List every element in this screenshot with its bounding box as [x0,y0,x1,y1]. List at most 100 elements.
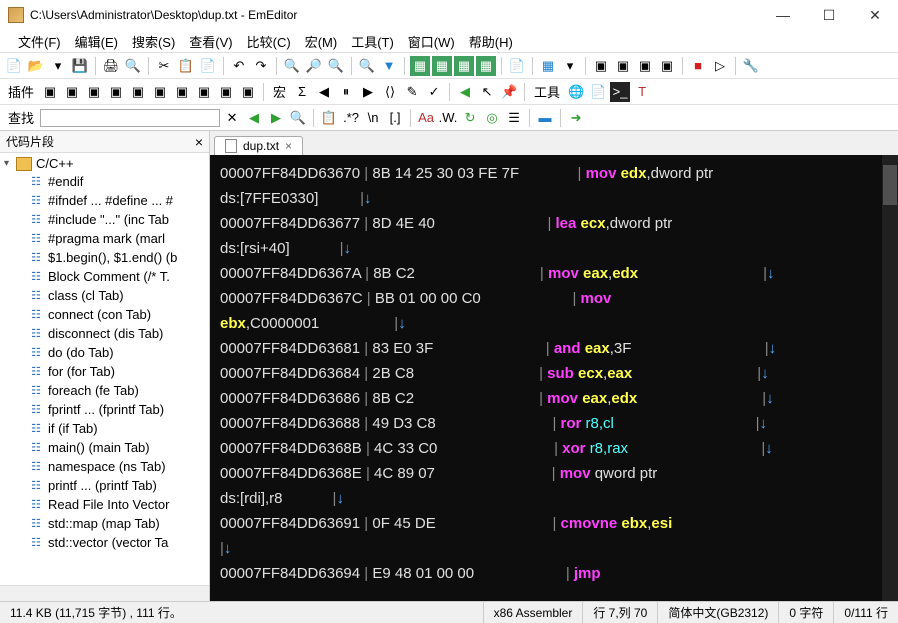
menu-help[interactable]: 帮助(H) [463,30,519,53]
find-x-icon[interactable]: ✕ [222,108,242,128]
window-icon-1[interactable]: ▣ [591,56,611,76]
dropdown-2-icon[interactable]: ▾ [560,56,580,76]
plugin-icon-4[interactable]: ▣ [106,82,126,102]
redo-icon[interactable]: ↷ [251,56,271,76]
menu-compare[interactable]: 比较(C) [241,30,297,53]
macro-edit-icon[interactable]: ✎ [402,82,422,102]
wrench-icon[interactable]: 🔧 [741,56,761,76]
panel-icon-3[interactable]: ▦ [454,56,474,76]
plugin-icon-1[interactable]: ▣ [40,82,60,102]
terminal-icon[interactable]: >_ [610,82,630,102]
snippet-item[interactable]: ☷$1.begin(), $1.end() (b [0,248,209,267]
preview-icon[interactable]: 🔍 [123,56,143,76]
tab-close-icon[interactable]: × [285,139,292,153]
macro-back-icon[interactable]: ◀ [314,82,334,102]
text-tool-icon[interactable]: T [632,82,652,102]
regex-icon[interactable]: .*? [341,108,361,128]
snippet-item[interactable]: ☷Read File Into Vector [0,495,209,514]
word-icon[interactable]: .W. [438,108,458,128]
paste-icon[interactable]: 📄 [198,56,218,76]
snippet-item[interactable]: ☷class (cl Tab) [0,286,209,305]
snippet-item[interactable]: ☷printf ... (printf Tab) [0,476,209,495]
nav-back-icon[interactable]: ◀ [455,82,475,102]
find-next-icon[interactable]: ▶ [266,108,286,128]
snippet-item[interactable]: ☷disconnect (dis Tab) [0,324,209,343]
snippet-item[interactable]: ☷fprintf ... (fprintf Tab) [0,400,209,419]
snippet-item[interactable]: ☷for (for Tab) [0,362,209,381]
maximize-button[interactable]: ☐ [806,0,852,30]
snippet-item[interactable]: ☷#endif [0,172,209,191]
plugin-icon-3[interactable]: ▣ [84,82,104,102]
plugin-icon-6[interactable]: ▣ [150,82,170,102]
zoom-in-icon[interactable]: 🔍 [282,56,302,76]
window-icon-3[interactable]: ▣ [635,56,655,76]
plugin-icon-5[interactable]: ▣ [128,82,148,102]
close-button[interactable]: ✕ [852,0,898,30]
zoom-out-icon[interactable]: 🔎 [304,56,324,76]
play-icon[interactable]: ▷ [710,56,730,76]
snippet-item[interactable]: ☷#include "..." (inc Tab [0,210,209,229]
snippet-item[interactable]: ☷do (do Tab) [0,343,209,362]
pin-icon[interactable]: 📌 [499,82,519,102]
code-editor[interactable]: 00007FF84DD63670 | 8B 14 25 30 03 FE 7F … [210,155,898,601]
dropdown-icon[interactable]: ▾ [48,56,68,76]
copy-icon[interactable]: 📋 [176,56,196,76]
menu-view[interactable]: 查看(V) [183,30,238,53]
target-icon[interactable]: ◎ [482,108,502,128]
menu-search[interactable]: 搜索(S) [126,30,181,53]
list-icon[interactable]: ☰ [504,108,524,128]
menu-tools[interactable]: 工具(T) [345,30,400,53]
macro-check-icon[interactable]: ✓ [424,82,444,102]
find-highlight-icon[interactable]: 🔍 [288,108,308,128]
sigma-icon[interactable]: Σ [292,82,312,102]
snippet-item[interactable]: ☷std::vector (vector Ta [0,533,209,552]
vertical-scrollbar[interactable] [882,155,898,601]
snippet-item[interactable]: ☷Block Comment (/* T. [0,267,209,286]
save-icon[interactable]: 💾 [70,56,90,76]
snippet-item[interactable]: ☷if (if Tab) [0,419,209,438]
plugin-icon-2[interactable]: ▣ [62,82,82,102]
plugin-icon-8[interactable]: ▣ [194,82,214,102]
minimize-button[interactable]: — [760,0,806,30]
window-icon-4[interactable]: ▣ [657,56,677,76]
open-file-icon[interactable]: 📂 [26,56,46,76]
record-icon[interactable]: ■ [688,56,708,76]
snippet-item[interactable]: ☷namespace (ns Tab) [0,457,209,476]
print-icon[interactable]: 🖨 [101,56,121,76]
case-icon[interactable]: Aa [416,108,436,128]
tree-root[interactable]: ▾ C/C++ [0,155,209,172]
snippet-item[interactable]: ☷foreach (fe Tab) [0,381,209,400]
snippet-item[interactable]: ☷connect (con Tab) [0,305,209,324]
menu-file[interactable]: 文件(F) [12,30,67,53]
new-file-icon[interactable]: 📄 [4,56,24,76]
cursor-icon[interactable]: ↖ [477,82,497,102]
find-doc-icon[interactable]: 📋 [319,108,339,128]
zoom-reset-icon[interactable]: 🔍 [326,56,346,76]
grid-icon-1[interactable]: ▦ [538,56,558,76]
snippet-item[interactable]: ☷main() (main Tab) [0,438,209,457]
wrap-icon[interactable]: ↻ [460,108,480,128]
window-icon-2[interactable]: ▣ [613,56,633,76]
snippet-item[interactable]: ☷#ifndef ... #define ... # [0,191,209,210]
doc2-icon[interactable]: 📄 [588,82,608,102]
filter-icon[interactable]: ▼ [379,56,399,76]
panel-icon[interactable]: ▬ [535,108,555,128]
newline-icon[interactable]: \n [363,108,383,128]
find-prev-icon[interactable]: ◀ [244,108,264,128]
goto-icon[interactable]: ➜ [566,108,586,128]
close-panel-icon[interactable]: × [195,134,203,150]
undo-icon[interactable]: ↶ [229,56,249,76]
panel-icon-2[interactable]: ▦ [432,56,452,76]
macro-tag-icon[interactable]: ⟨⟩ [380,82,400,102]
panel-icon-1[interactable]: ▦ [410,56,430,76]
snippet-item[interactable]: ☷#pragma mark (marl [0,229,209,248]
browser-icon[interactable]: 🌐 [566,82,586,102]
panel-icon-4[interactable]: ▦ [476,56,496,76]
macro-pause-icon[interactable]: ⏸ [336,82,356,102]
plugin-icon-9[interactable]: ▣ [216,82,236,102]
snippet-item[interactable]: ☷std::map (map Tab) [0,514,209,533]
plugin-icon-10[interactable]: ▣ [238,82,258,102]
bracket-icon[interactable]: [.] [385,108,405,128]
menu-window[interactable]: 窗口(W) [402,30,461,53]
macro-forward-icon[interactable]: ▶ [358,82,378,102]
